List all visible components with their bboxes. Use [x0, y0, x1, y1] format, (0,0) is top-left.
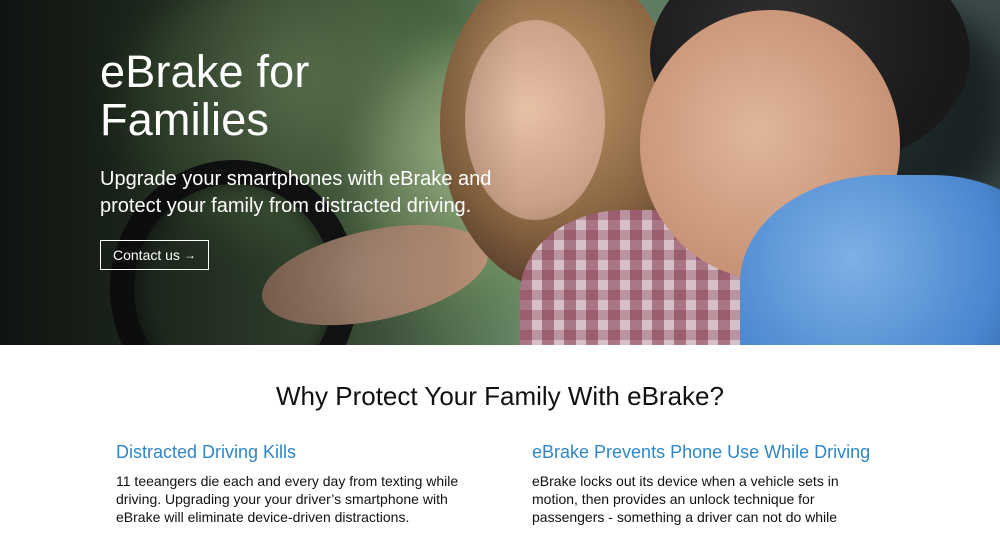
feature-text: 11 teeangers die each and every day from…: [116, 473, 459, 525]
hero-subtitle: Upgrade your smartphones with eBrake and…: [100, 168, 492, 218]
feature-columns: Distracted Driving Kills 11 teeangers di…: [0, 440, 1000, 526]
hero-title: eBrake for Families: [100, 46, 530, 146]
hero-title-line2: Families: [100, 94, 270, 146]
why-protect-section: Why Protect Your Family With eBrake? Dis…: [0, 345, 1000, 526]
hero-title-line1: eBrake for: [100, 46, 310, 97]
feature-text: eBrake locks out its device when a vehic…: [532, 473, 839, 525]
feature-distracted-driving: Distracted Driving Kills 11 teeangers di…: [116, 440, 466, 526]
arrow-right-icon: →: [183, 248, 196, 263]
contact-us-label: Contact us: [113, 247, 180, 264]
feature-prevents-phone-use: eBrake Prevents Phone Use While Driving …: [532, 440, 882, 526]
hero-content: eBrake for Families Upgrade your smartph…: [100, 46, 530, 271]
hero-banner: eBrake for Families Upgrade your smartph…: [0, 0, 1000, 345]
section-title: Why Protect Your Family With eBrake?: [276, 381, 724, 411]
contact-us-button[interactable]: Contact us →: [100, 240, 209, 271]
feature-title: Distracted Driving Kills: [116, 442, 297, 462]
feature-title: eBrake Prevents Phone Use While Driving: [532, 442, 871, 462]
